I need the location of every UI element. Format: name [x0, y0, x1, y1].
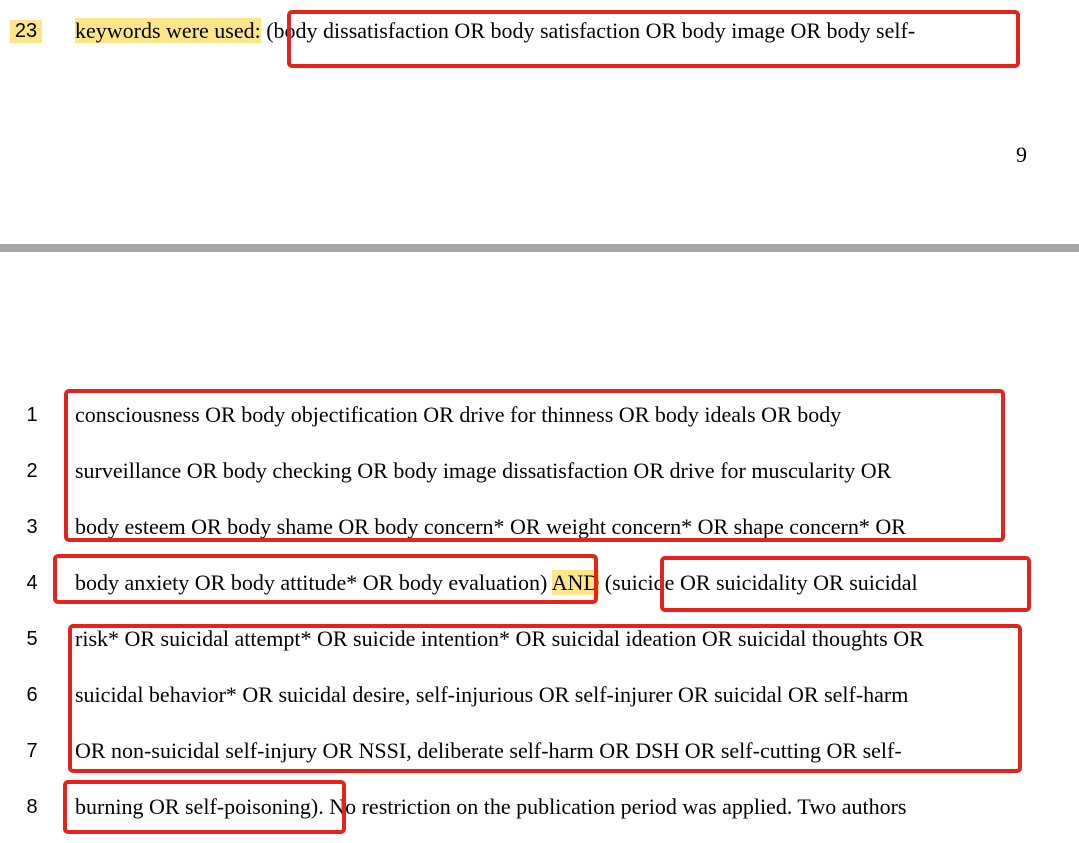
line-number: 1 — [26, 404, 38, 426]
annotation-box — [68, 624, 1022, 773]
highlighted-text: keywords were used: — [75, 18, 261, 43]
line-number: 23 — [10, 20, 42, 43]
annotation-box — [53, 554, 598, 604]
line-number: 6 — [26, 684, 38, 706]
line-text-part: ). No restriction on the publication per… — [310, 794, 907, 819]
line-number: 7 — [26, 740, 38, 762]
annotation-box — [63, 780, 346, 834]
line-number: 3 — [26, 516, 38, 538]
line-number: 5 — [26, 628, 38, 650]
annotation-box — [64, 389, 1005, 542]
page-number: 9 — [1016, 142, 1027, 167]
page-separator — [0, 244, 1079, 252]
line-number: 2 — [26, 460, 38, 482]
line-number: 8 — [26, 796, 38, 818]
annotation-box — [287, 10, 1020, 68]
annotation-box — [660, 556, 1031, 612]
